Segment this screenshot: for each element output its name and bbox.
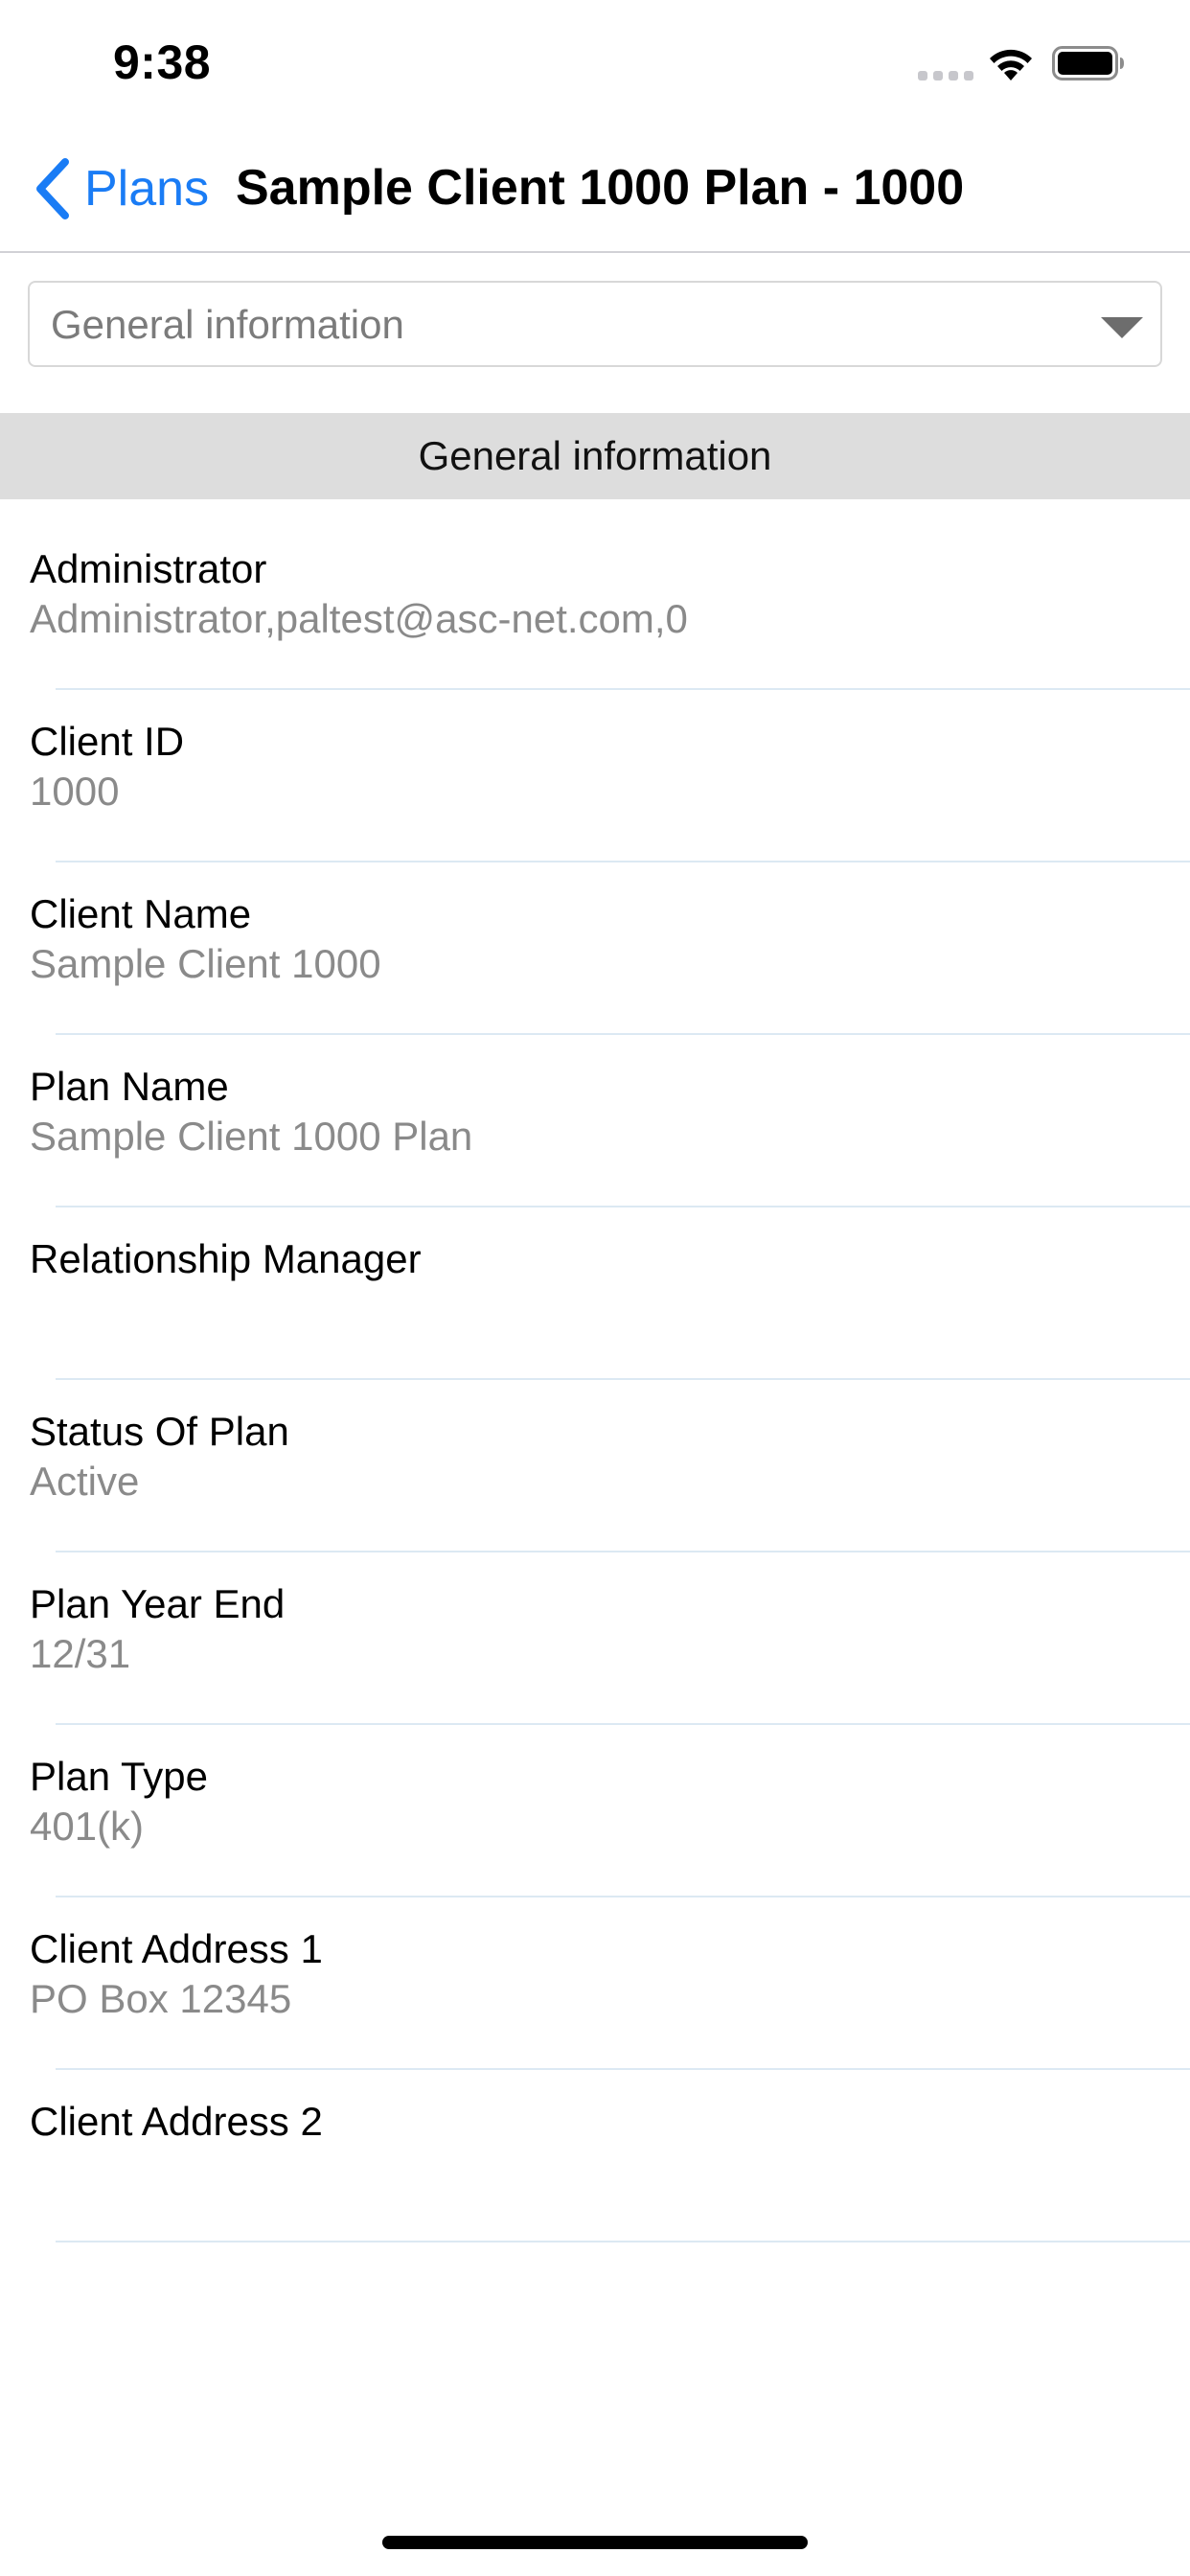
list-item: Client Address 2 (0, 2070, 1190, 2242)
field-label: Client Name (30, 891, 252, 936)
caret-down-icon (1101, 317, 1143, 338)
field-value: 401(k) (30, 1804, 145, 1849)
field-value: Sample Client 1000 (30, 941, 381, 986)
field-label: Administrator (30, 546, 267, 591)
field-value: 12/31 (30, 1631, 131, 1676)
list-item: Relationship Manager (0, 1208, 1190, 1380)
home-indicator[interactable] (382, 2536, 808, 2549)
list-item: Client Name Sample Client 1000 (0, 862, 1190, 1035)
page-title: Sample Client 1000 Plan - 1000 (236, 160, 965, 216)
list-item: Plan Name Sample Client 1000 Plan (0, 1035, 1190, 1208)
field-label: Plan Type (30, 1754, 209, 1799)
chevron-left-icon (36, 158, 69, 219)
status-bar: 9:38 (0, 0, 1190, 126)
field-list: Administrator Administrator,paltest@asc-n… (0, 518, 1190, 2242)
list-item: Status Of Plan Active (0, 1380, 1190, 1552)
field-label: Client ID (30, 719, 185, 764)
back-button-label: Plans (84, 161, 210, 217)
field-value: Sample Client 1000 Plan (30, 1114, 473, 1159)
list-item: Plan Year End 12/31 (0, 1552, 1190, 1725)
field-value: Active (30, 1459, 140, 1504)
field-value: Administrator,paltest@asc-net.com,0 (30, 596, 688, 641)
wifi-icon (990, 49, 1032, 80)
field-value: PO Box 12345 (30, 1976, 292, 2021)
back-button[interactable]: Plans (33, 155, 209, 222)
field-label: Client Address 1 (30, 1926, 323, 1971)
navigation-bar: Plans Sample Client 1000 Plan - 1000 (0, 126, 1190, 253)
battery-icon (1052, 46, 1124, 80)
field-label: Status Of Plan (30, 1409, 289, 1454)
list-item: Client ID 1000 (0, 690, 1190, 862)
section-dropdown-value: General information (51, 302, 404, 347)
field-label: Client Address 2 (30, 2099, 323, 2144)
list-item: Plan Type 401(k) (0, 1725, 1190, 1898)
status-time: 9:38 (113, 35, 212, 89)
section-header: General information (0, 413, 1190, 499)
list-item: Administrator Administrator,paltest@asc-n… (0, 518, 1190, 690)
section-dropdown[interactable]: General information (28, 281, 1162, 367)
field-label: Relationship Manager (30, 1236, 422, 1281)
field-label: Plan Name (30, 1064, 229, 1109)
list-item: Client Address 1 PO Box 12345 (0, 1898, 1190, 2070)
plan-detail-screen: 9:38 Plans Sample Client 1000 Plan - 100… (0, 0, 1190, 2576)
field-value: 1000 (30, 769, 120, 814)
field-label: Plan Year End (30, 1581, 286, 1626)
signal-icon (918, 71, 973, 80)
